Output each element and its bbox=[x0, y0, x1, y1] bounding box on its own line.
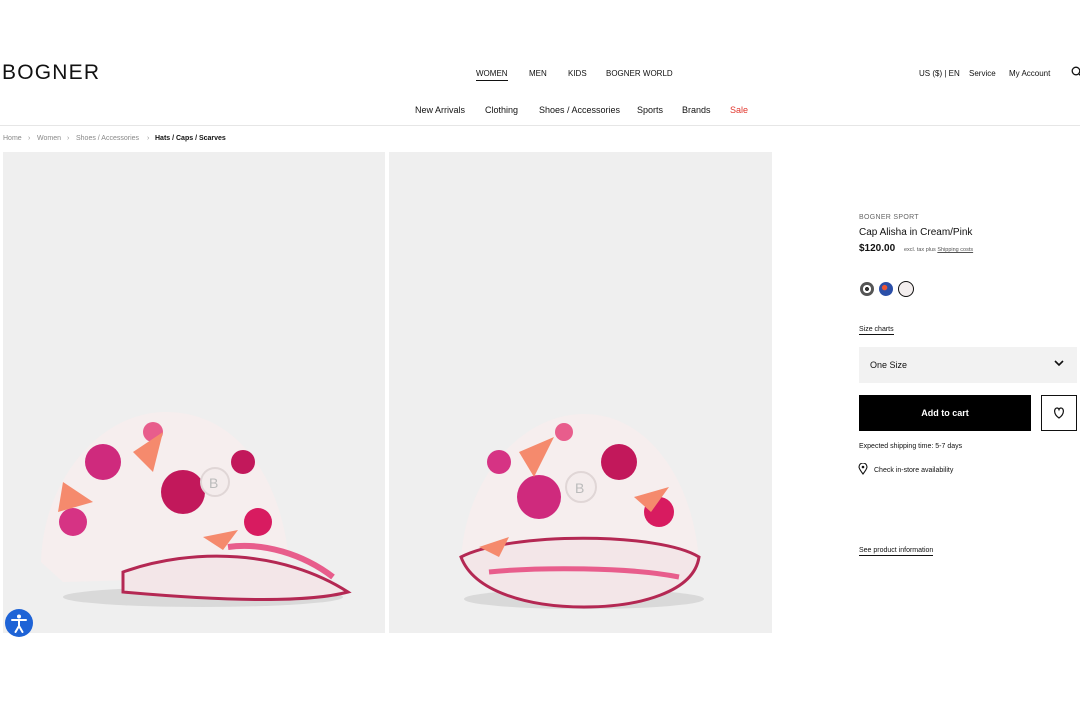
size-selected-value: One Size bbox=[870, 360, 908, 370]
subnav-new-arrivals[interactable]: New Arrivals bbox=[415, 105, 465, 115]
breadcrumb-current: Hats / Caps / Scarves bbox=[155, 135, 226, 142]
product-image-2[interactable]: B bbox=[389, 152, 772, 633]
color-swatch-2[interactable] bbox=[879, 282, 893, 296]
subnav-shoes-accessories[interactable]: Shoes / Accessories bbox=[539, 105, 620, 115]
breadcrumb-shoes-accessories[interactable]: Shoes / Accessories bbox=[76, 135, 139, 142]
cap-illustration-front: B bbox=[459, 414, 704, 609]
subnav-sale[interactable]: Sale bbox=[730, 105, 748, 115]
product-image-1[interactable]: B bbox=[3, 152, 385, 633]
product-title: Cap Alisha in Cream/Pink bbox=[859, 227, 973, 238]
subnav-clothing[interactable]: Clothing bbox=[485, 105, 518, 115]
service-link[interactable]: Service bbox=[969, 69, 996, 78]
locale-selector[interactable]: US ($) | EN bbox=[919, 69, 960, 78]
svg-text:B: B bbox=[575, 480, 584, 496]
store-availability-link[interactable]: Check in-store availability bbox=[874, 467, 953, 474]
breadcrumb-separator: › bbox=[147, 135, 150, 142]
product-brand: BOGNER SPORT bbox=[859, 214, 919, 221]
heart-icon bbox=[1054, 407, 1064, 419]
add-to-cart-button[interactable]: Add to cart bbox=[859, 395, 1031, 431]
my-account-link[interactable]: My Account bbox=[1009, 69, 1050, 78]
accessibility-icon bbox=[11, 614, 27, 633]
shipping-costs-link[interactable]: Shipping costs bbox=[937, 247, 973, 253]
breadcrumb-women[interactable]: Women bbox=[37, 135, 61, 142]
size-charts-link[interactable]: Size charts bbox=[859, 326, 894, 335]
product-price: $120.00 bbox=[859, 243, 896, 254]
accessibility-button[interactable] bbox=[5, 609, 33, 637]
search-icon[interactable] bbox=[1071, 66, 1080, 78]
nav-kids[interactable]: KIDS bbox=[568, 69, 587, 78]
cap-illustration-side: B bbox=[41, 411, 352, 607]
nav-men[interactable]: MEN bbox=[529, 69, 547, 78]
color-swatch-1[interactable] bbox=[860, 282, 874, 296]
svg-text:B: B bbox=[209, 475, 218, 491]
breadcrumb-separator: › bbox=[67, 135, 70, 142]
tax-note-text: excl. tax plus bbox=[904, 247, 936, 253]
product-information-link[interactable]: See product information bbox=[859, 547, 934, 556]
breadcrumb-home[interactable]: Home bbox=[3, 135, 22, 142]
subnav-sports[interactable]: Sports bbox=[637, 105, 663, 115]
nav-women[interactable]: WOMEN bbox=[476, 69, 508, 81]
color-swatch-selected[interactable] bbox=[898, 281, 914, 297]
wishlist-button[interactable] bbox=[1041, 395, 1077, 431]
nav-bogner-world[interactable]: BOGNER WORLD bbox=[606, 69, 673, 78]
subnav-brands[interactable]: Brands bbox=[682, 105, 711, 115]
location-pin-icon bbox=[858, 463, 868, 475]
chevron-down-icon bbox=[1054, 360, 1064, 367]
shipping-time: Expected shipping time: 5-7 days bbox=[859, 443, 963, 450]
tax-note: excl. tax plus Shipping costs bbox=[904, 247, 973, 253]
breadcrumb-separator: › bbox=[28, 135, 31, 142]
brand-logo[interactable]: BOGNER bbox=[2, 61, 100, 85]
header-divider bbox=[0, 125, 1080, 126]
